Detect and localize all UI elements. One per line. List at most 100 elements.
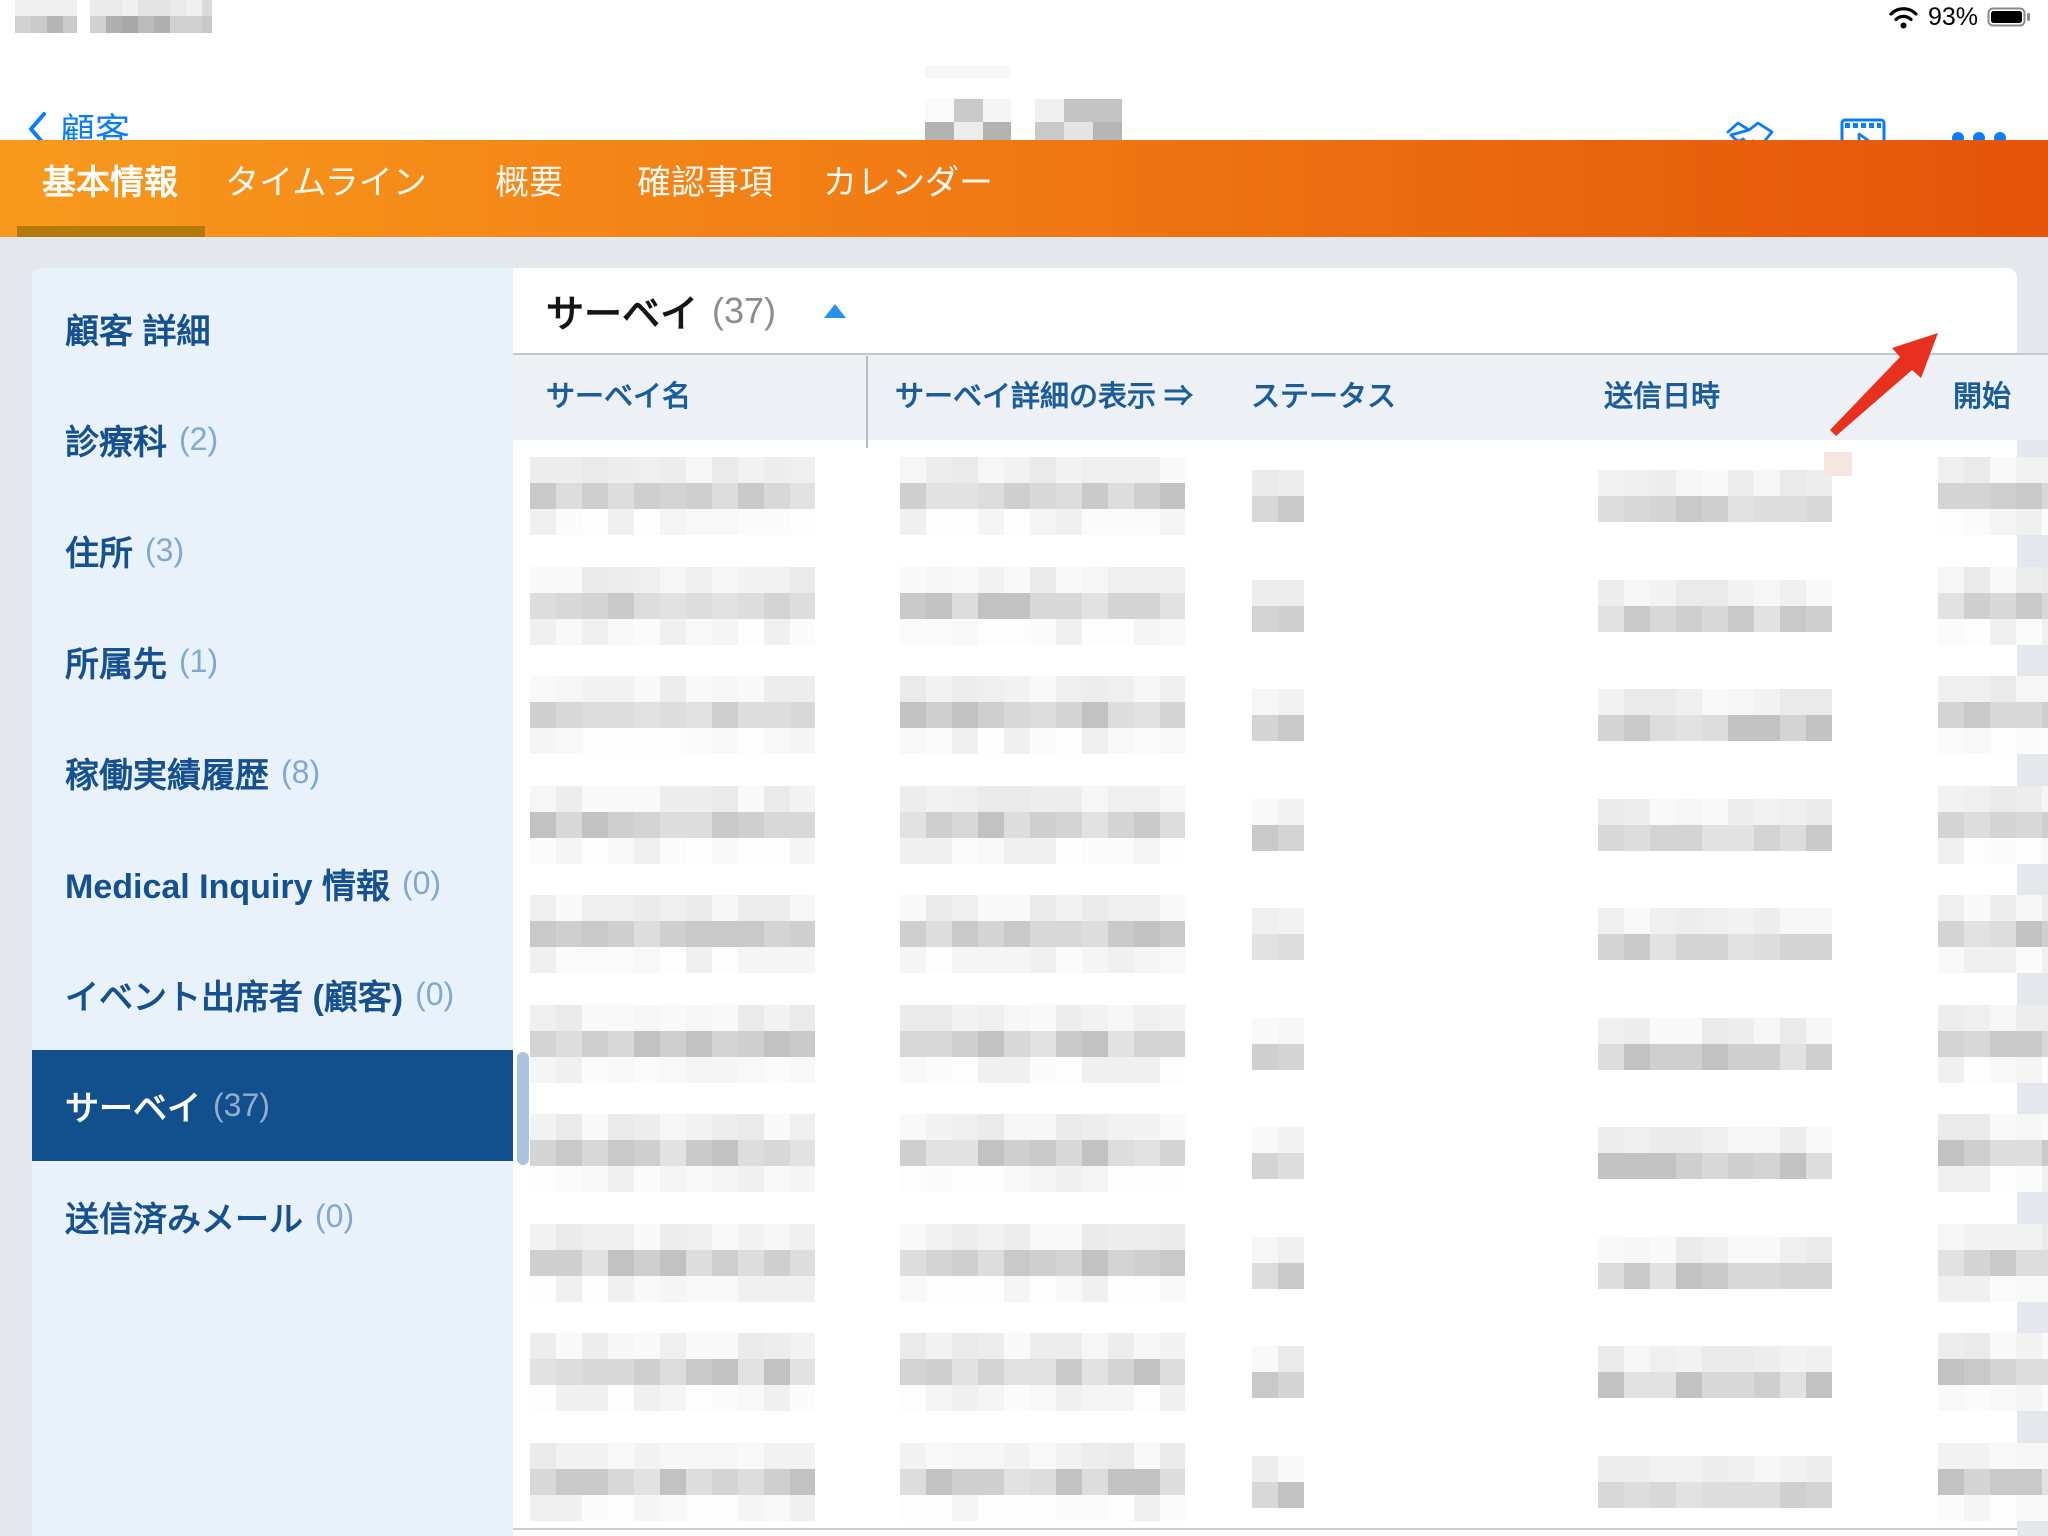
redaction-cell	[978, 567, 1004, 593]
redaction-cell	[1702, 580, 1728, 606]
column-header-1[interactable]: サーベイ名	[546, 355, 691, 440]
redaction-cell	[2016, 619, 2042, 645]
sidebar-item-4[interactable]: 所属先(1)	[32, 606, 513, 717]
redaction-cell	[582, 457, 608, 483]
tab-5[interactable]: カレンダー	[823, 140, 993, 226]
table-row[interactable]	[513, 1005, 2048, 1100]
sidebar-item-1[interactable]: 顧客 詳細	[32, 273, 513, 384]
redaction-cell	[556, 702, 582, 728]
table-row[interactable]	[513, 1224, 2048, 1319]
table-row[interactable]	[513, 567, 2048, 662]
redaction-cell	[900, 1114, 926, 1140]
redaction-cell	[1030, 483, 1056, 509]
sidebar-item-9[interactable]: 送信済みメール(0)	[32, 1161, 513, 1272]
redaction-cell	[1990, 1276, 2016, 1302]
redaction-cell	[1598, 1372, 1624, 1398]
redaction-cell	[1082, 483, 1108, 509]
tab-4[interactable]: 確認事項	[637, 140, 773, 226]
tab-1[interactable]: 基本情報	[42, 140, 178, 226]
redaction-cell	[1598, 825, 1624, 851]
redaction-cell	[926, 838, 952, 864]
redaction-cell	[764, 1114, 790, 1140]
redaction-cell	[1598, 799, 1624, 825]
redaction-cell	[1108, 1469, 1134, 1495]
redaction-cell	[1056, 1385, 1082, 1411]
table-row[interactable]	[513, 1333, 2048, 1428]
redaction-cell	[556, 1469, 582, 1495]
redaction-cell	[1278, 1482, 1304, 1508]
redaction-cell	[764, 567, 790, 593]
column-header-2[interactable]: サーベイ詳細の表示 ⇒	[895, 355, 1193, 440]
redaction-cell	[952, 812, 978, 838]
redaction-cell	[2042, 509, 2048, 535]
redaction-cell	[582, 1250, 608, 1276]
redaction-cell	[764, 1250, 790, 1276]
redaction-cell	[1134, 838, 1160, 864]
redaction-cell	[738, 1005, 764, 1031]
redaction-cell	[2016, 1495, 2042, 1521]
sidebar-item-3[interactable]: 住所(3)	[32, 495, 513, 606]
redaction-cell	[1160, 1495, 1185, 1521]
redaction-cell	[952, 895, 978, 921]
table-row[interactable]	[513, 895, 2048, 990]
content-card: 顧客 詳細診療科(2)住所(3)所属先(1)稼働実績履歴(8)Medical I…	[32, 268, 2017, 1536]
redaction-cell	[900, 1005, 926, 1031]
redaction-cell	[1056, 676, 1082, 702]
redaction-cell	[634, 1333, 660, 1359]
redaction-cell	[764, 921, 790, 947]
sidebar-item-7[interactable]: イベント出席者 (顧客)(0)	[32, 939, 513, 1050]
redaction-cell	[1806, 1237, 1832, 1263]
redaction-cell	[2042, 1031, 2048, 1057]
redaction-cell	[926, 567, 952, 593]
table-bottom-border	[513, 1528, 2017, 1530]
sidebar-item-8[interactable]: サーベイ(37)	[32, 1050, 513, 1161]
redaction-cell	[1082, 1250, 1108, 1276]
redaction-cell	[790, 1140, 815, 1166]
redaction-cell	[1252, 715, 1278, 741]
redaction-cell	[1134, 509, 1160, 535]
sidebar-item-2[interactable]: 診療科(2)	[32, 384, 513, 495]
tab-2[interactable]: タイムライン	[225, 140, 427, 226]
redaction-cell	[1082, 1031, 1108, 1057]
redaction-cell	[738, 786, 764, 812]
redaction-cell	[1108, 895, 1134, 921]
redaction-cell	[1056, 619, 1082, 645]
column-header-4[interactable]: 送信日時	[1604, 355, 1720, 440]
redaction-cell	[712, 1276, 738, 1302]
redaction-cell	[1278, 470, 1304, 496]
redaction-cell	[530, 567, 556, 593]
redaction-cell	[1780, 908, 1806, 934]
redaction-cell	[686, 1469, 712, 1495]
redaction-cell	[1134, 1333, 1160, 1359]
column-header-5[interactable]: 開始	[1953, 355, 2011, 440]
tab-3[interactable]: 概要	[495, 140, 563, 226]
redaction-cell	[712, 567, 738, 593]
redaction-cell	[1030, 1250, 1056, 1276]
column-header-3[interactable]: ステータス	[1251, 355, 1396, 440]
redaction-cell	[712, 1469, 738, 1495]
redaction-cell	[1252, 1153, 1278, 1179]
table-row[interactable]	[513, 1443, 2048, 1536]
redaction-cell	[926, 457, 952, 483]
redaction-cell	[1754, 1018, 1780, 1044]
redaction-cell	[900, 457, 926, 483]
redaction-cell	[634, 1224, 660, 1250]
redaction-cell	[2016, 676, 2042, 702]
table-row[interactable]	[513, 457, 2048, 552]
table-row[interactable]	[513, 676, 2048, 771]
redaction-cell	[1938, 838, 1964, 864]
sidebar-item-6[interactable]: Medical Inquiry 情報(0)	[32, 828, 513, 939]
redaction-cell	[660, 567, 686, 593]
redaction-cell	[1754, 715, 1780, 741]
redaction-cell	[1650, 1263, 1676, 1289]
active-tab-underline	[17, 226, 205, 237]
redaction-cell	[2042, 838, 2048, 864]
table-row[interactable]	[513, 786, 2048, 881]
redaction-cell	[926, 1224, 952, 1250]
redaction-cell	[926, 509, 952, 535]
sort-asc-icon[interactable]	[824, 304, 846, 318]
sidebar-item-5[interactable]: 稼働実績履歴(8)	[32, 717, 513, 828]
redaction-cell	[1108, 786, 1134, 812]
table-row[interactable]	[513, 1114, 2048, 1209]
redaction-cell	[608, 1224, 634, 1250]
